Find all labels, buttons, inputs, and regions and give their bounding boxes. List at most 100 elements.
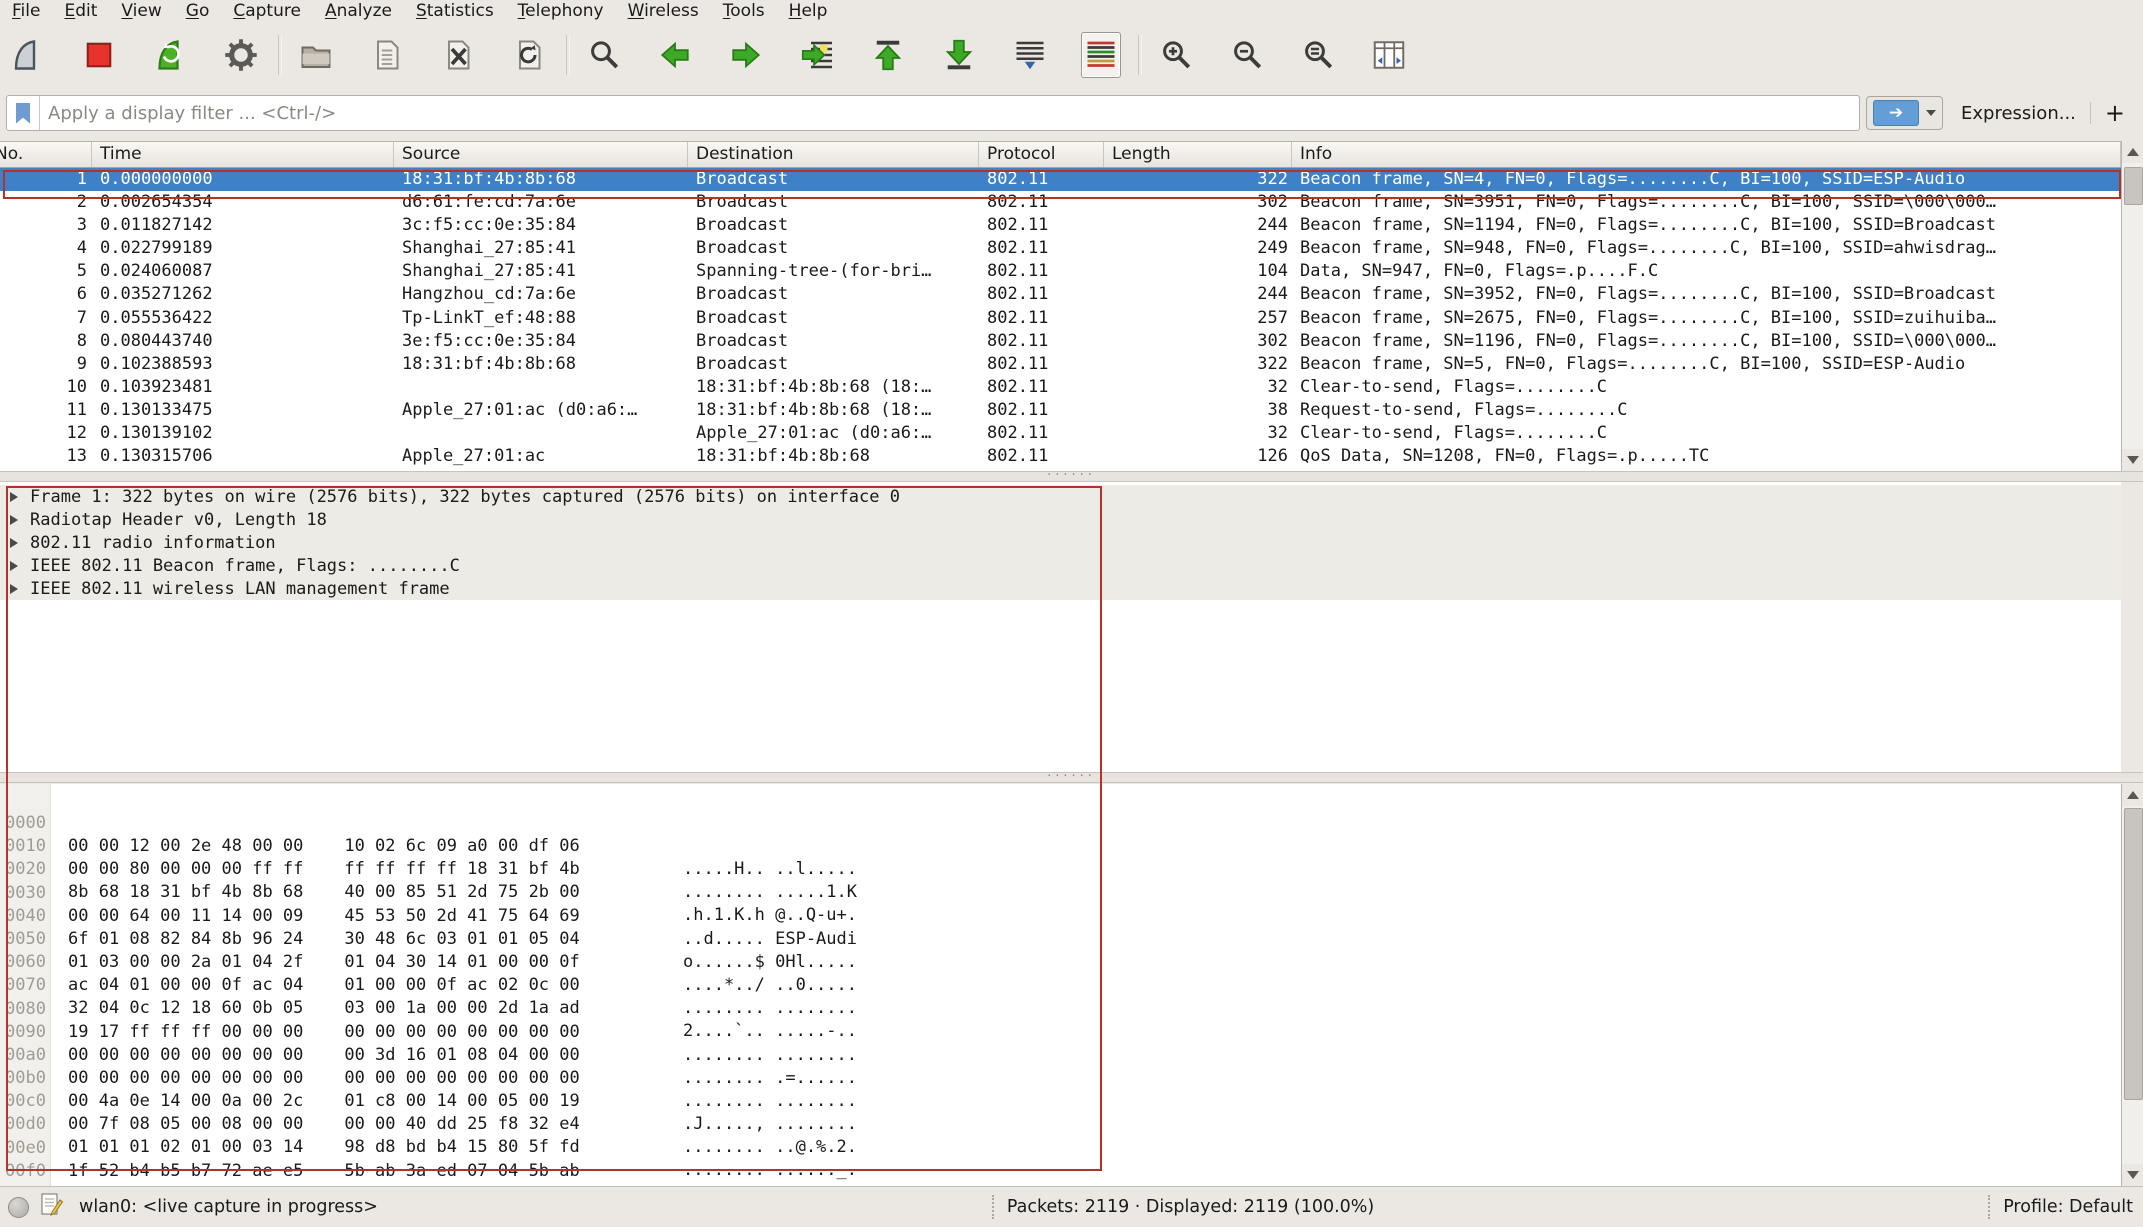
column-header-info[interactable]: Info — [1292, 142, 2121, 167]
expander-triangle-icon[interactable] — [10, 492, 18, 502]
packet-row[interactable]: 10 0.103923481 18:31:bf:4b:8b:68 (18:… 8… — [0, 376, 2121, 399]
hex-row[interactable]: 00b0 00 4a 0e 14 00 0a 00 2c 01 c8 00 14… — [0, 1044, 2121, 1067]
scroll-down-button[interactable] — [2122, 1164, 2143, 1186]
capture-file-properties-icon[interactable] — [39, 1192, 63, 1223]
pane-splitter-top[interactable]: ······ — [0, 471, 2143, 482]
menu-item[interactable]: Telephony — [506, 0, 616, 22]
scrollbar-thumb[interactable] — [2124, 808, 2143, 1100]
menu-item[interactable]: File — [0, 0, 52, 22]
hex-row[interactable]: 0090 00 00 00 00 00 00 00 00 00 3d 16 01… — [0, 998, 2121, 1021]
packet-row[interactable]: 6 0.035271262 Hangzhou_cd:7a:6e Broadcas… — [0, 283, 2121, 306]
hex-row[interactable]: 0040 6f 01 08 82 84 8b 96 24 30 48 6c 03… — [0, 882, 2121, 905]
packet-row[interactable]: 11 0.130133475 Apple_27:01:ac (d0:a6:… 1… — [0, 399, 2121, 422]
find-packet-icon[interactable] — [584, 32, 624, 78]
display-filter-field[interactable] — [6, 95, 1860, 131]
hex-row[interactable]: 00e0 1f 52 b4 b5 b7 72 ae e5 5b ab 3a ed… — [0, 1114, 2121, 1137]
packet-row[interactable]: 1 0.000000000 18:31:bf:4b:8b:68 Broadcas… — [0, 168, 2121, 191]
hex-row[interactable]: 0070 32 04 0c 12 18 60 0b 05 03 00 1a 00… — [0, 951, 2121, 974]
packet-row[interactable]: 4 0.022799189 Shanghai_27:85:41 Broadcas… — [0, 237, 2121, 260]
menu-item[interactable]: Help — [777, 0, 840, 22]
cell-protocol: 802.11 — [979, 376, 1104, 399]
column-header-no[interactable]: No. — [0, 142, 92, 167]
zoom-in-icon[interactable] — [1156, 32, 1196, 78]
capture-options-icon[interactable] — [221, 32, 261, 78]
hex-row[interactable]: 0030 00 00 64 00 11 14 00 09 45 53 50 2d… — [0, 859, 2121, 882]
expander-triangle-icon[interactable] — [10, 561, 18, 571]
packet-row[interactable]: 7 0.055536422 Tp-LinkT_ef:48:88 Broadcas… — [0, 307, 2121, 330]
hex-pane-scrollbar[interactable] — [2121, 784, 2143, 1186]
scroll-down-button[interactable] — [2122, 449, 2143, 471]
start-capture-icon[interactable] — [8, 32, 48, 78]
hex-row[interactable]: 00c0 00 7f 08 05 00 08 00 00 00 00 40 dd… — [0, 1067, 2121, 1090]
expert-info-icon[interactable] — [8, 1197, 29, 1218]
hex-row[interactable]: 00a0 00 00 00 00 00 00 00 00 00 00 00 00… — [0, 1021, 2121, 1044]
packet-list-header: No. Time Source Destination Protocol Len… — [0, 141, 2121, 168]
detail-row[interactable]: 802.11 radio information — [0, 531, 2121, 554]
scroll-up-button[interactable] — [2122, 784, 2143, 806]
zoom-reset-icon[interactable] — [1298, 32, 1338, 78]
stop-capture-icon[interactable] — [79, 32, 119, 78]
hex-row[interactable]: 0000 00 00 12 00 2e 48 00 00 10 02 6c 09… — [0, 789, 2121, 812]
hex-row[interactable]: 0020 8b 68 18 31 bf 4b 8b 68 40 00 85 51… — [0, 835, 2121, 858]
hex-row[interactable]: 0060 ac 04 01 00 00 0f ac 04 01 00 00 0f… — [0, 928, 2121, 951]
filter-bookmark-button[interactable] — [7, 96, 40, 130]
go-to-packet-icon[interactable] — [797, 32, 837, 78]
menu-item[interactable]: Statistics — [404, 0, 506, 22]
packet-row[interactable]: 8 0.080443740 3e:f5:cc:0e:35:84 Broadcas… — [0, 330, 2121, 353]
go-first-icon[interactable] — [868, 32, 908, 78]
menu-item[interactable]: Tools — [711, 0, 777, 22]
menu-item[interactable]: Analyze — [313, 0, 404, 22]
filter-history-dropdown-icon[interactable] — [1926, 110, 1936, 116]
hex-row[interactable]: 0010 00 00 80 00 00 00 ff ff ff ff ff ff… — [0, 812, 2121, 835]
packet-list-scrollbar[interactable] — [2121, 141, 2143, 471]
packet-row[interactable]: 12 0.130139102 Apple_27:01:ac (d0:a6:… 8… — [0, 422, 2121, 445]
detail-row[interactable]: Radiotap Header v0, Length 18 — [0, 508, 2121, 531]
menu-item[interactable]: Edit — [52, 0, 109, 22]
hex-row[interactable]: 0080 19 17 ff ff ff 00 00 00 00 00 00 00… — [0, 975, 2121, 998]
menu-item[interactable]: Capture — [221, 0, 313, 22]
packet-row[interactable]: 13 0.130315706 Apple_27:01:ac 18:31:bf:4… — [0, 445, 2121, 468]
go-last-icon[interactable] — [939, 32, 979, 78]
packet-row[interactable]: 5 0.024060087 Shanghai_27:85:41 Spanning… — [0, 260, 2121, 283]
reload-file-icon[interactable] — [509, 32, 549, 78]
packet-row[interactable]: 3 0.011827142 3c:f5:cc:0e:35:84 Broadcas… — [0, 214, 2121, 237]
apply-filter-button[interactable]: ➔ — [1873, 100, 1919, 126]
hex-row[interactable]: 00f0 3a ed dd 09 00 10 18 02 03 00 9c 00… — [0, 1137, 2121, 1160]
detail-row[interactable]: IEEE 802.11 wireless LAN management fram… — [0, 577, 2121, 600]
column-header-length[interactable]: Length — [1104, 142, 1292, 167]
pane-splitter-bottom[interactable]: ······ — [0, 772, 2143, 783]
column-header-source[interactable]: Source — [394, 142, 688, 167]
expander-triangle-icon[interactable] — [10, 515, 18, 525]
restart-capture-icon[interactable] — [150, 32, 190, 78]
column-header-time[interactable]: Time — [92, 142, 394, 167]
column-header-destination[interactable]: Destination — [688, 142, 979, 167]
scrollbar-thumb[interactable] — [2124, 167, 2143, 205]
profile-text[interactable]: Profile: Default — [2003, 1197, 2133, 1217]
detail-row[interactable]: Frame 1: 322 bytes on wire (2576 bits), … — [0, 485, 2121, 508]
menu-item[interactable]: View — [109, 0, 173, 22]
display-filter-input[interactable] — [40, 103, 1859, 124]
expander-triangle-icon[interactable] — [10, 538, 18, 548]
expression-button[interactable]: Expression... — [1961, 103, 2076, 124]
scroll-up-button[interactable] — [2122, 141, 2143, 163]
hex-row[interactable]: 0100 50 f2 02 01 01 84 00 03 a4 00 00 27… — [0, 1160, 2121, 1183]
colorize-icon[interactable] — [1081, 32, 1121, 78]
go-next-icon[interactable] — [726, 32, 766, 78]
menu-item[interactable]: Go — [174, 0, 222, 22]
packet-row[interactable]: 2 0.002654354 d6:61:fe:cd:7a:6e Broadcas… — [0, 191, 2121, 214]
open-file-icon[interactable] — [296, 32, 336, 78]
zoom-out-icon[interactable] — [1227, 32, 1267, 78]
packet-row[interactable]: 9 0.102388593 18:31:bf:4b:8b:68 Broadcas… — [0, 353, 2121, 376]
resize-columns-icon[interactable] — [1369, 32, 1409, 78]
hex-row[interactable]: 00d0 01 01 01 02 01 00 03 14 98 d8 bd b4… — [0, 1090, 2121, 1113]
expander-triangle-icon[interactable] — [10, 584, 18, 594]
hex-row[interactable]: 0050 01 03 00 00 2a 01 04 2f 01 04 30 14… — [0, 905, 2121, 928]
menu-item[interactable]: Wireless — [616, 0, 711, 22]
go-previous-icon[interactable] — [655, 32, 695, 78]
auto-scroll-icon[interactable] — [1010, 32, 1050, 78]
close-file-icon[interactable] — [438, 32, 478, 78]
detail-row[interactable]: IEEE 802.11 Beacon frame, Flags: .......… — [0, 554, 2121, 577]
save-file-icon[interactable] — [367, 32, 407, 78]
add-filter-button[interactable]: + — [2105, 101, 2129, 125]
column-header-protocol[interactable]: Protocol — [979, 142, 1104, 167]
